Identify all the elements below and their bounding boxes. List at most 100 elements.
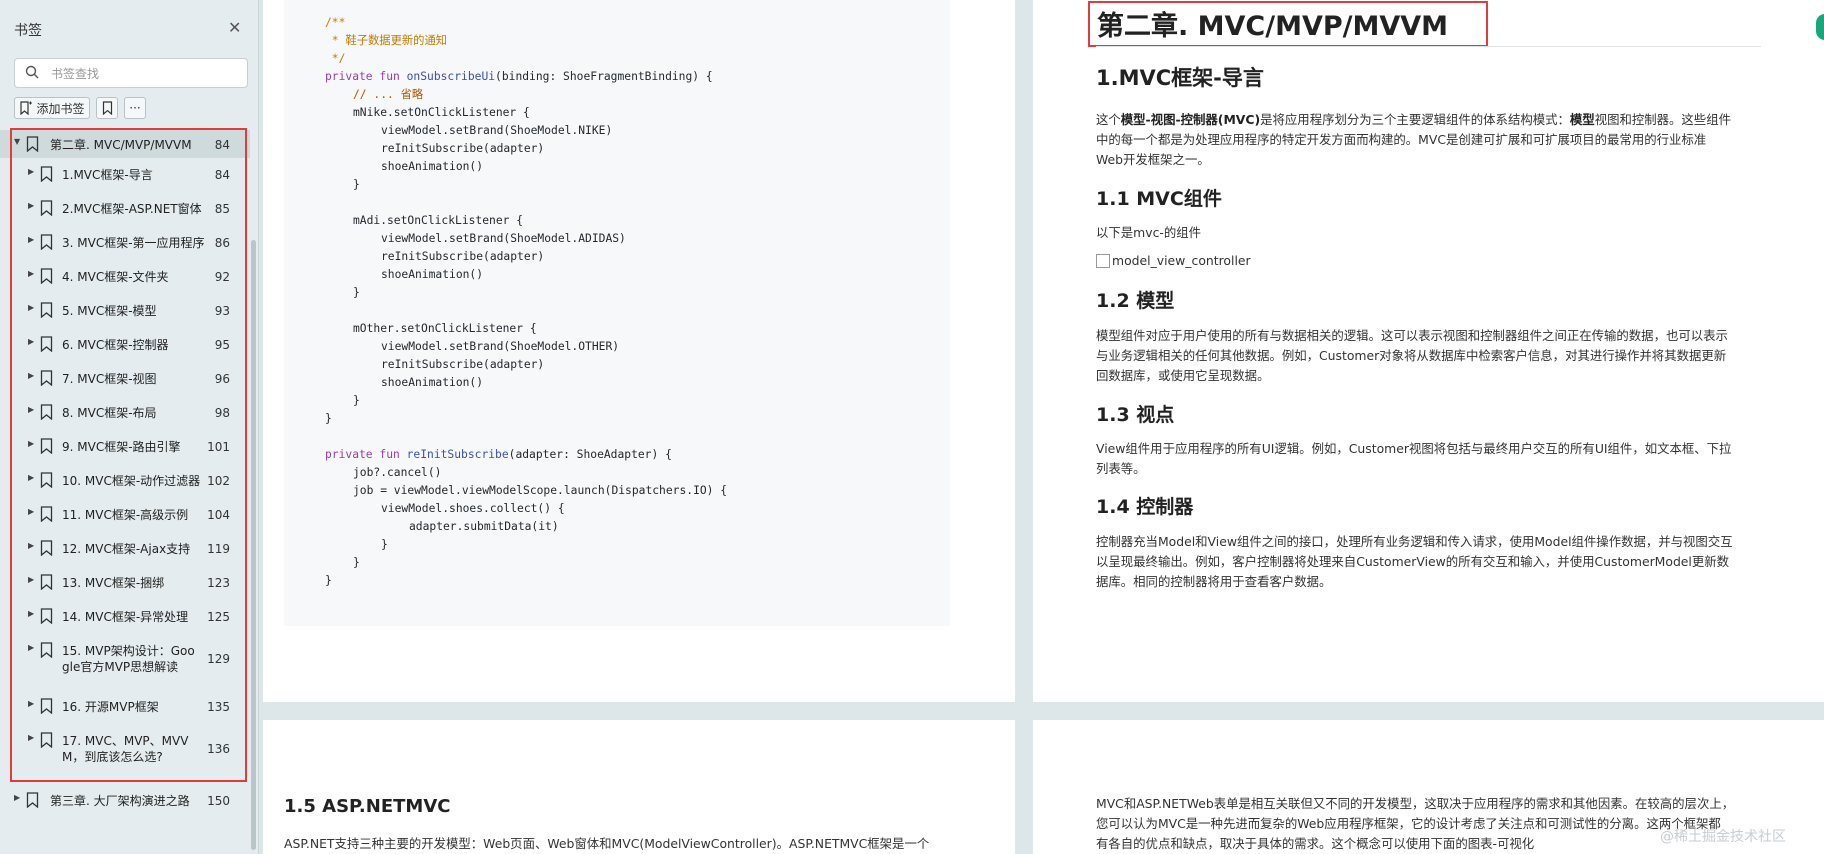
bookmark-label: 7. MVC框架-视图 [62, 372, 157, 386]
bookmark-item[interactable]: ▶ 16. 开源MVP框架 135 [0, 692, 250, 722]
add-bookmark-button[interactable]: 添加书签 [14, 97, 90, 119]
bookmark-label: 第三章. 大厂架构演进之路 [50, 794, 190, 808]
heading-aspnet-mvc: 1.5 ASP.NETMVC [284, 796, 451, 817]
bookmark-item[interactable]: ▶ 8. MVC框架-布局 98 [0, 398, 250, 428]
expand-icon[interactable]: ▶ [28, 575, 34, 584]
bookmark-icon [40, 574, 53, 590]
bookmark-page-number: 96 [214, 372, 230, 386]
search-icon [25, 65, 39, 79]
broken-image: model_view_controller [1096, 253, 1251, 268]
expand-icon[interactable]: ▶ [28, 507, 34, 516]
code-line: adapter.submitData(it) [325, 518, 727, 536]
code-line: job = viewModel.viewModelScope.launch(Di… [325, 482, 727, 500]
bookmark-item[interactable]: ▶ 13. MVC框架-捆绑 123 [0, 568, 250, 598]
code-line: reInitSubscribe(adapter) [325, 356, 727, 374]
code-line: mAdi.setOnClickListener { [325, 212, 727, 230]
expand-icon[interactable]: ▶ [28, 201, 34, 210]
bookmark-item[interactable]: ▶ 17. MVC、MVP、MVV M，到底该怎么选? 136 [0, 726, 250, 772]
bookmark-icon [40, 506, 53, 522]
bookmark-page-number: 119 [207, 542, 230, 556]
collapse-icon[interactable]: ▼ [14, 137, 20, 146]
expand-icon[interactable]: ▶ [28, 733, 34, 742]
code-token: } [325, 574, 332, 587]
bookmark-item[interactable]: ▶ 4. MVC框架-文件夹 92 [0, 262, 250, 292]
bookmark-page-number: 136 [207, 742, 230, 756]
code-token: // ... 省略 [353, 88, 424, 101]
code-token: job?.cancel() [353, 466, 442, 479]
bookmark-icon [40, 336, 53, 352]
bookmark-label: 2.MVC框架-ASP.NET窗体 [62, 202, 202, 216]
expand-icon[interactable]: ▶ [14, 793, 20, 802]
code-token: private fun [325, 448, 407, 461]
expand-icon[interactable]: ▶ [28, 473, 34, 482]
expand-icon[interactable]: ▶ [28, 405, 34, 414]
bookmark-page-number: 123 [207, 576, 230, 590]
expand-icon[interactable]: ▶ [28, 337, 34, 346]
bookmark-item[interactable]: ▶ 12. MVC框架-Ajax支持 119 [0, 534, 250, 564]
image-alt-text: model_view_controller [1112, 253, 1251, 268]
close-icon[interactable]: ✕ [228, 18, 241, 37]
text: 您可以认为MVC是一种先进而复杂的Web应用程序框架，它的设计考虑了关注点和可测… [1096, 816, 1721, 831]
bookmark-item[interactable]: ▶ 14. MVC框架-异常处理 125 [0, 602, 250, 632]
bookmark-item[interactable]: ▶ 10. MVC框架-动作过滤器 102 [0, 466, 250, 496]
bookmark-page-number: 101 [207, 440, 230, 454]
bookmark-item[interactable]: ▶ 第三章. 大厂架构演进之路 150 [0, 786, 250, 816]
bookmark-item[interactable]: ▶ 2.MVC框架-ASP.NET窗体 85 [0, 194, 250, 224]
expand-icon[interactable]: ▶ [28, 609, 34, 618]
model-paragraph: 模型组件对应于用户使用的所有与数据相关的逻辑。这可以表示视图和控制器组件之间正在… [1096, 326, 1728, 386]
code-token: viewModel.setBrand(ShoeModel.NIKE) [381, 124, 613, 137]
code-token: reInitSubscribe(adapter) [381, 142, 545, 155]
text: 视图和控制器。这些组件 [1594, 112, 1731, 127]
expand-icon[interactable]: ▶ [28, 439, 34, 448]
code-token: adapter.submitData(it) [409, 520, 559, 533]
bookmark-item[interactable]: ▶ 11. MVC框架-高级示例 104 [0, 500, 250, 530]
expand-icon[interactable]: ▶ [28, 541, 34, 550]
heading-model: 1.2 模型 [1096, 290, 1175, 312]
bookmark-label: 16. 开源MVP框架 [62, 700, 159, 714]
sidebar-title: 书签 [14, 23, 42, 39]
bookmark-page-number: 86 [214, 236, 230, 250]
intro-paragraph: 这个模型-视图-控制器(MVC)是将应用程序划分为三个主要逻辑组件的体系结构模式… [1096, 110, 1731, 170]
bookmark-item[interactable]: ▶ 7. MVC框架-视图 96 [0, 364, 250, 394]
expand-icon[interactable]: ▶ [28, 235, 34, 244]
bookmark-page-number: 150 [207, 794, 230, 808]
bookmark-label: 12. MVC框架-Ajax支持 [62, 542, 191, 556]
mvc-vs-webforms-paragraph: MVC和ASP.NETWeb表单是相互关联但又不同的开发模型，这取决于应用程序的… [1096, 794, 1734, 854]
bookmark-item[interactable]: ▶ 6. MVC框架-控制器 95 [0, 330, 250, 360]
expand-icon[interactable]: ▶ [28, 699, 34, 708]
sidebar-scrollbar[interactable] [251, 240, 256, 850]
expand-icon[interactable]: ▶ [28, 167, 34, 176]
bookmark-item[interactable]: ▶ 15. MVP架构设计：Goo gle官方MVP思想解读 129 [0, 636, 250, 682]
bookmark-item[interactable]: ▶ 5. MVC框架-模型 93 [0, 296, 250, 326]
bookmark-icon [40, 404, 53, 420]
text: Web开发框架之一。 [1096, 152, 1210, 167]
bookmark-label: 5. MVC框架-模型 [62, 304, 157, 318]
bookmark-item[interactable]: ▶ 1.MVC框架-导言 84 [0, 160, 250, 190]
expand-icon[interactable]: ▶ [28, 371, 34, 380]
floating-badge[interactable] [1816, 14, 1824, 40]
bookmark-page-number: 95 [214, 338, 230, 352]
bookmark-view-button[interactable] [96, 97, 118, 119]
expand-icon[interactable]: ▶ [28, 643, 34, 652]
more-icon: ··· [129, 101, 141, 115]
bookmark-item[interactable]: ▶ 3. MVC框架-第一应用程序 86 [0, 228, 250, 258]
code-token: onSubscribeUi [406, 70, 496, 83]
bookmark-search[interactable] [14, 58, 248, 88]
bookmark-item[interactable]: ▶ 9. MVC框架-路由引擎 101 [0, 432, 250, 462]
code-token: } [353, 286, 360, 299]
bookmark-icon [40, 166, 53, 182]
code-line: mNike.setOnClickListener { [325, 104, 727, 122]
bookmark-item[interactable]: ▼ 第二章. MVC/MVP/MVVM 84 [0, 130, 250, 158]
bookmark-label: 17. MVC、MVP、MVV M，到底该怎么选? [62, 734, 189, 764]
expand-icon[interactable]: ▶ [28, 269, 34, 278]
more-options-button[interactable]: ··· [124, 97, 146, 119]
bookmark-icon [40, 732, 53, 748]
text: 控制器充当Model和View组件之间的接口，处理所有业务逻辑和传入请求，使用M… [1096, 534, 1733, 549]
code-line: viewModel.setBrand(ShoeModel.OTHER) [325, 338, 727, 356]
watermark: @稀土掘金技术社区 [1660, 829, 1786, 845]
expand-icon[interactable]: ▶ [28, 303, 34, 312]
text: 是将应用程序划分为三个主要逻辑组件的体系结构模式： [1260, 112, 1570, 127]
bookmark-search-input[interactable] [49, 63, 243, 85]
